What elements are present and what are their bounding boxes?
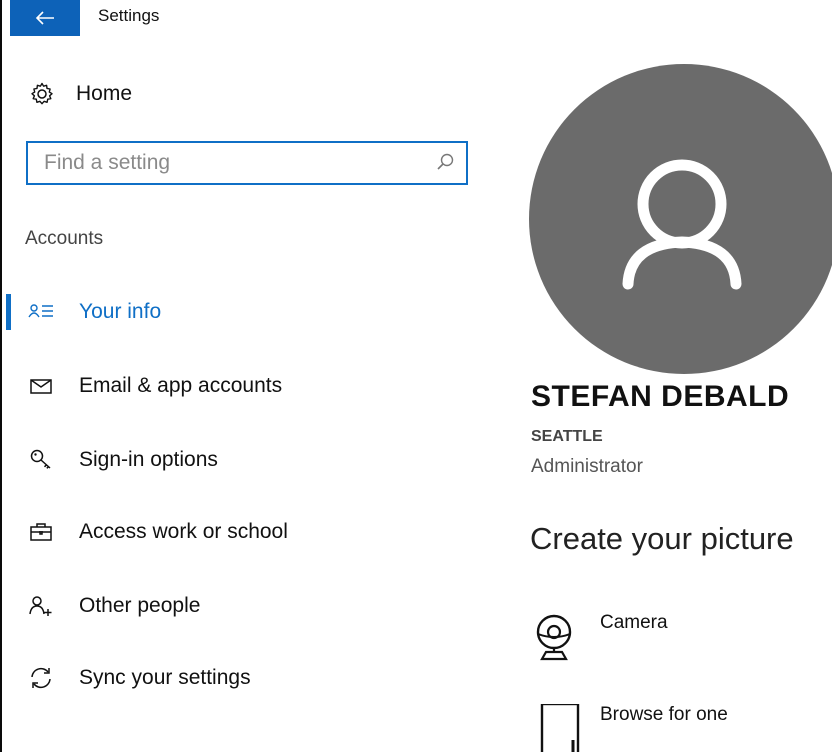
back-button[interactable] — [10, 0, 80, 36]
profile-avatar — [529, 64, 832, 374]
section-heading: Accounts — [25, 228, 104, 249]
add-person-icon — [29, 596, 52, 616]
search-icon[interactable] — [436, 153, 454, 171]
nav-item-label: Email & app accounts — [79, 374, 283, 397]
home-nav-item[interactable]: Home — [30, 78, 132, 110]
nav-item-label: Access work or school — [79, 520, 288, 543]
nav-item-sync-settings[interactable]: Sync your settings — [0, 658, 480, 698]
search-box[interactable] — [26, 141, 468, 185]
title-bar: Settings — [2, 0, 832, 36]
nav-item-your-info[interactable]: Your info — [0, 292, 480, 332]
nav-item-label: Other people — [79, 594, 201, 617]
user-location: SEATTLE — [531, 428, 603, 445]
create-picture-heading: Create your picture — [530, 521, 794, 556]
nav-item-label: Sign-in options — [79, 448, 218, 471]
gear-icon — [31, 82, 53, 105]
person-list-icon — [28, 304, 53, 318]
option-label: Browse for one — [600, 704, 728, 725]
sync-icon — [31, 667, 51, 689]
app-title: Settings — [98, 6, 160, 25]
home-label: Home — [76, 82, 133, 105]
nav-item-sign-in-options[interactable]: Sign-in options — [0, 440, 480, 480]
file-icon — [540, 704, 580, 752]
user-role: Administrator — [531, 456, 643, 477]
nav-item-label: Sync your settings — [79, 666, 251, 689]
nav-item-other-people[interactable]: Other people — [0, 586, 480, 626]
mail-icon — [30, 379, 52, 394]
user-name: STEFAN DEBALD — [531, 380, 790, 413]
nav-item-label: Your info — [79, 300, 162, 323]
option-label: Camera — [600, 612, 668, 633]
key-icon — [30, 449, 51, 469]
webcam-icon — [536, 614, 572, 661]
avatar-placeholder-icon — [622, 159, 742, 290]
nav-item-email-accounts[interactable]: Email & app accounts — [0, 366, 480, 406]
back-arrow-icon — [35, 11, 54, 25]
nav-item-access-work-school[interactable]: Access work or school — [0, 512, 480, 552]
search-input[interactable] — [28, 143, 428, 183]
briefcase-icon — [30, 523, 52, 541]
